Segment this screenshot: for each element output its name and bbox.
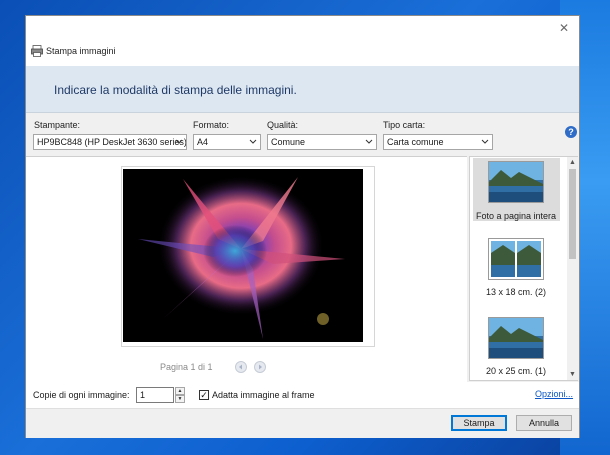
layout-label: Foto a pagina intera [475,211,557,221]
next-page-icon [259,364,262,370]
previous-page-button[interactable] [235,361,247,373]
page-indicator: Pagina 1 di 1 [160,362,213,372]
layout-thumb-20x25[interactable] [488,317,544,359]
printer-label: Stampante: [34,120,81,130]
next-page-button[interactable] [254,361,266,373]
preview-photo [123,169,363,342]
two-photo-thumbnail [489,239,543,279]
format-label: Formato: [193,120,230,130]
window-title: Stampa immagini [46,46,116,56]
options-link[interactable]: Opzioni... [535,389,573,399]
landscape-thumbnail [489,162,543,202]
printer-value: HP9BC848 (HP DeskJet 3630 series) [37,137,187,147]
quality-label: Qualità: [267,120,299,130]
printer-icon [31,45,43,57]
paper-type-value: Carta comune [387,137,444,147]
format-value: A4 [197,137,209,147]
scroll-up-icon[interactable]: ▲ [568,158,577,167]
print-pictures-dialog: ✕ Stampa immagini Indicare la modalità d… [25,15,580,438]
fit-to-frame-label: Adatta immagine al frame [212,390,315,400]
layout-label: 20 x 25 cm. (1) [485,366,547,376]
print-button[interactable]: Stampa [451,415,507,431]
spin-up-icon[interactable]: ▲ [175,387,185,395]
chevron-down-icon [365,139,373,144]
layout-label: 13 x 18 cm. (2) [485,287,547,297]
quality-value: Comune [271,137,306,147]
chevron-down-icon [175,139,183,144]
layout-thumb-13x18[interactable] [488,238,544,280]
help-icon[interactable]: ? [565,126,577,138]
scrollbar-thumb[interactable] [569,169,576,259]
printer-select[interactable]: HP9BC848 (HP DeskJet 3630 series) [33,134,187,150]
paper-type-label: Tipo carta: [383,120,426,130]
instruction-text: Indicare la modalità di stampa delle imm… [54,83,297,97]
previous-page-icon [239,364,242,370]
copies-label: Copie di ogni immagine: [33,390,130,400]
chevron-down-icon [249,139,257,144]
landscape-thumbnail [489,318,543,358]
cancel-button[interactable]: Annulla [516,415,572,431]
scroll-down-icon[interactable]: ▼ [568,370,577,379]
format-select[interactable]: A4 [193,134,261,150]
spin-down-icon[interactable]: ▼ [175,395,185,403]
fit-to-frame-checkbox[interactable]: ✓ [199,390,209,400]
paper-type-select[interactable]: Carta comune [383,134,493,150]
close-icon[interactable]: ✕ [557,21,571,35]
title-bar [26,16,579,66]
layout-thumb-full-page[interactable] [488,161,544,203]
chevron-down-icon [481,139,489,144]
copies-input[interactable]: 1 [136,387,174,403]
quality-select[interactable]: Comune [267,134,377,150]
